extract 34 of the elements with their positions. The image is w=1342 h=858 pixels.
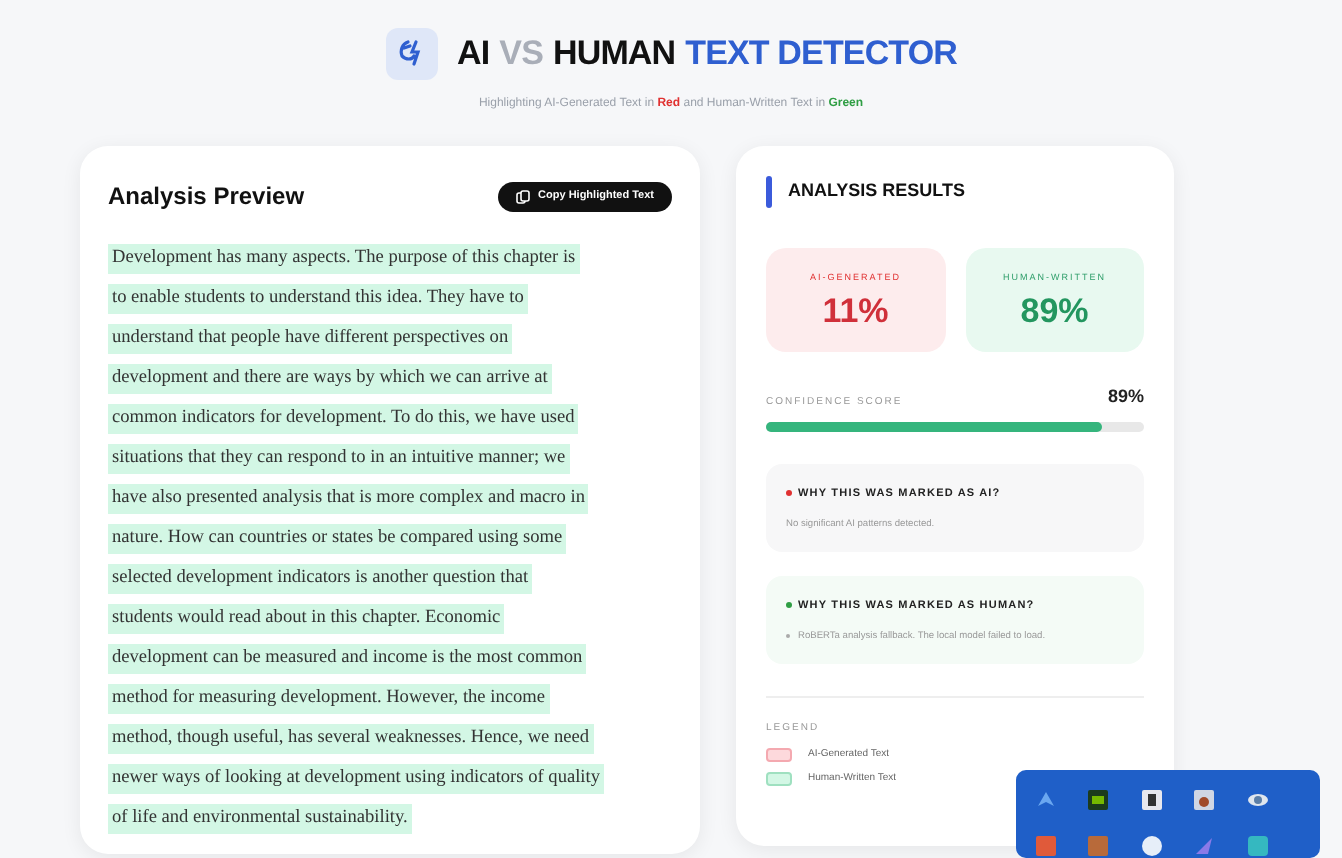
score-value: 89%: [1020, 293, 1089, 328]
title-text: TEXT DETECTOR: [685, 32, 957, 77]
card-title: Analysis Preview: [108, 180, 305, 214]
logo-icon: [385, 28, 437, 80]
human-highlighted-text: common indicators for development. To do this, we have used: [108, 404, 579, 434]
human-highlighted-text: students would read about in this chapter. Economic: [108, 604, 505, 634]
title-text: HUMAN: [552, 32, 676, 77]
app-icon[interactable]: [1088, 790, 1109, 810]
title-text: AI: [457, 32, 490, 77]
app-icon[interactable]: [1141, 836, 1162, 856]
human-highlighted-text: Development has many aspects. The purpose of this chapter is: [108, 244, 580, 274]
dot-icon: [786, 602, 792, 609]
title-text: VS: [499, 32, 543, 77]
human-highlighted-text: of life and environmental sustainability.: [108, 804, 412, 834]
app-icon[interactable]: [1141, 790, 1162, 810]
human-highlighted-text: method, though useful, has several weaknesses. Hence, we need: [108, 724, 594, 754]
human-highlighted-text: selected development indicators is another question that: [108, 564, 533, 594]
app-icon[interactable]: [1247, 790, 1268, 810]
dot-icon: [786, 490, 792, 497]
arrow-icon[interactable]: [1036, 790, 1056, 810]
human-highlighted-text: to enable students to understand this idea. They have to: [108, 284, 528, 314]
human-highlighted-text: newer ways of looking at development using indicators of quality: [108, 764, 604, 794]
human-highlighted-text: understand that people have different perspectives on: [108, 324, 513, 354]
confidence-value: 89%: [1107, 384, 1144, 410]
human-highlighted-text: method for measuring development. However, the income: [108, 684, 549, 714]
card-title: ANALYSIS RESULTS: [788, 178, 966, 205]
human-highlighted-text: situations that they can respond to in an intuitive manner; we: [108, 444, 570, 474]
human-highlighted-text: have also presented analysis that is more complex and macro in: [108, 484, 589, 514]
human-highlighted-text: development and there are ways by which we can arrive at: [108, 364, 552, 394]
accent-bar: [766, 176, 772, 208]
copy-icon: [516, 189, 531, 203]
human-highlighted-text: development can be measured and income is the most common: [108, 644, 587, 674]
score-value: 11%: [822, 293, 889, 328]
human-highlighted-text: nature. How can countries or states be compared using some: [108, 524, 567, 554]
